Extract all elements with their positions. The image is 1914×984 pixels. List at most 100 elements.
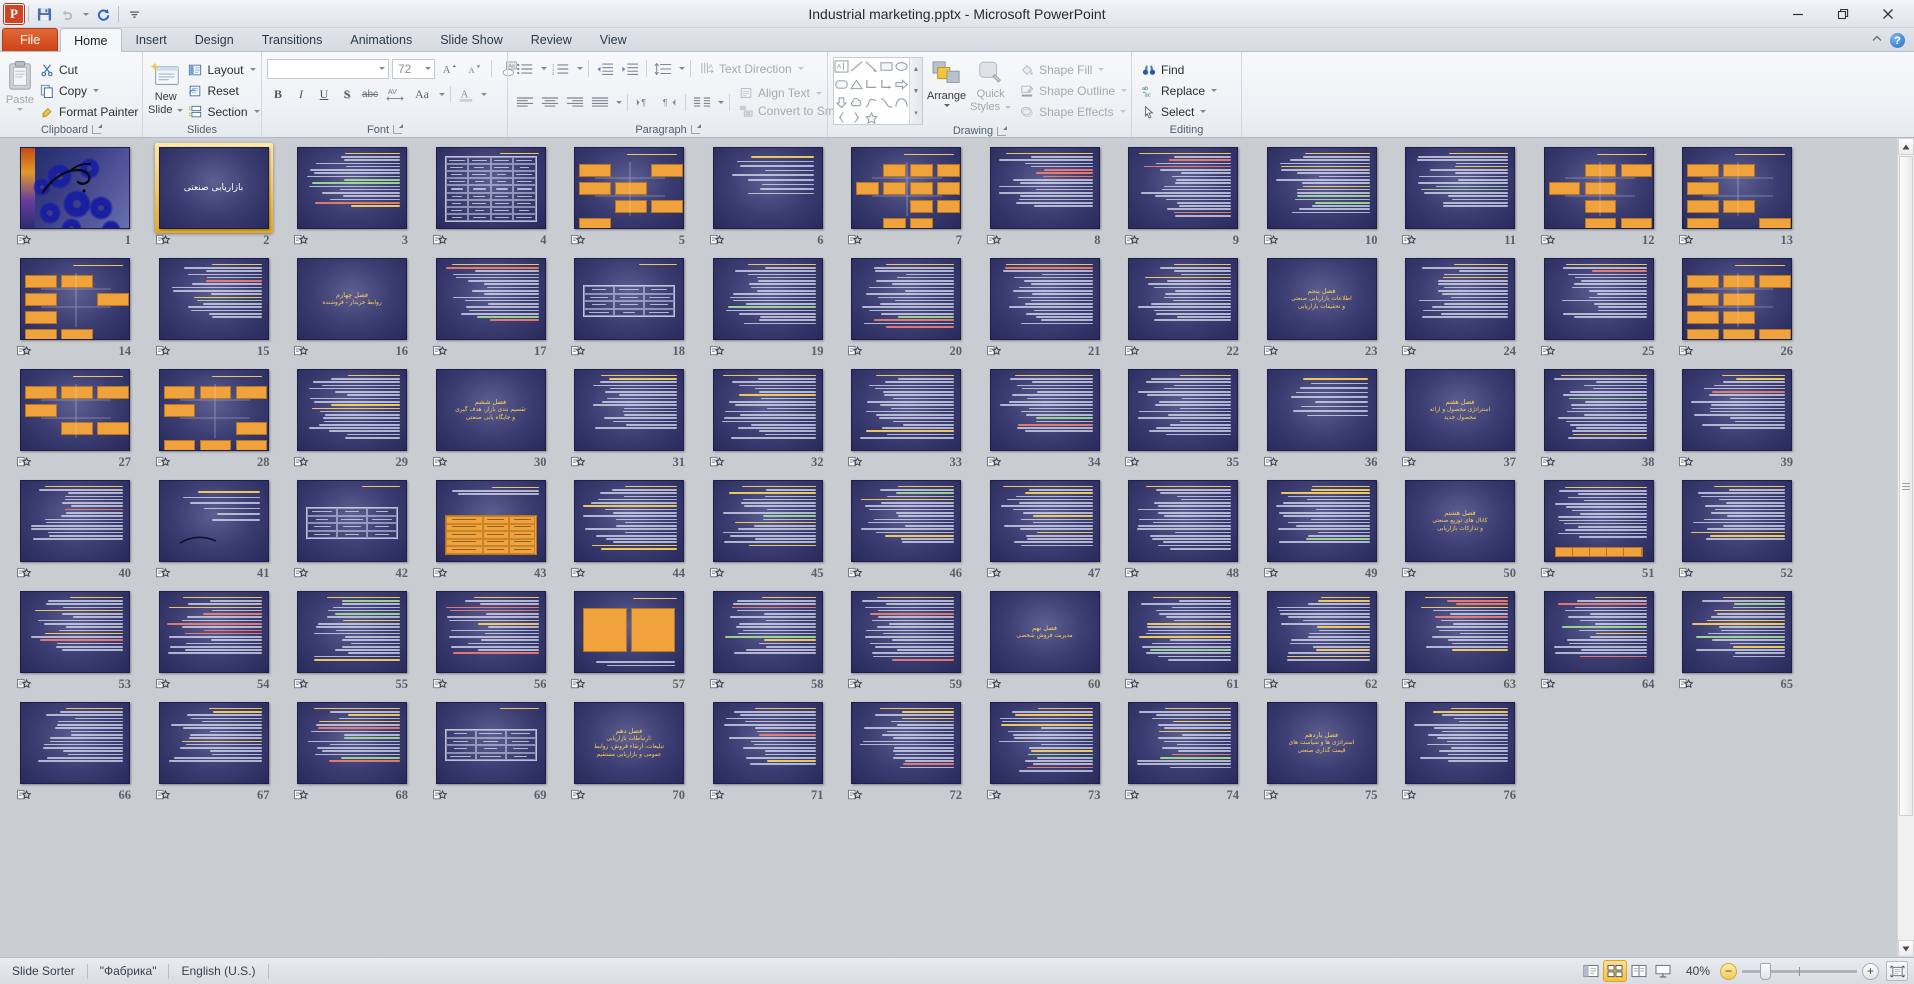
slide-thumbnail-1[interactable]: 1 [16, 143, 134, 251]
status-language[interactable]: English (U.S.) [169, 960, 267, 982]
slide-preview-10[interactable] [1266, 147, 1377, 229]
transition-star-icon[interactable] [986, 678, 1002, 691]
slide-preview-52[interactable] [1682, 480, 1792, 562]
slide-thumbnail-13[interactable]: 13 [1678, 143, 1796, 251]
shape-fill-button[interactable]: Shape Fill [1015, 59, 1131, 80]
copy-button[interactable]: Copy [35, 80, 142, 101]
font-color-dropdown-icon[interactable] [478, 84, 488, 105]
slide-preview-20[interactable] [851, 258, 961, 340]
slide-preview-21[interactable] [989, 258, 1100, 340]
font-color-icon[interactable]: A [455, 84, 477, 105]
transition-star-icon[interactable] [1540, 345, 1556, 358]
transition-star-icon[interactable] [432, 789, 448, 802]
transition-star-icon[interactable] [155, 789, 171, 802]
slide-preview-76[interactable] [1405, 702, 1515, 784]
quick-styles-button[interactable]: Quick Styles [970, 56, 1012, 113]
slide-preview-12[interactable] [1543, 147, 1654, 229]
transition-star-icon[interactable] [17, 567, 32, 580]
transition-star-icon[interactable] [709, 234, 725, 247]
down-arrow-shape[interactable] [834, 93, 849, 111]
transition-star-icon[interactable] [294, 678, 309, 691]
section-dropdown-icon[interactable] [253, 110, 260, 113]
minimize-button[interactable] [1775, 2, 1820, 26]
transition-star-icon[interactable] [17, 678, 32, 691]
slide-thumbnail-6[interactable]: 6 [709, 143, 827, 251]
shapes-scroll-up-icon[interactable]: ▲ [910, 58, 922, 80]
scribble-shape[interactable] [864, 93, 879, 111]
slide-thumbnail-70[interactable]: فصل دهم ارتباطات بازاریابی: تبلیغات، ارتقا… [570, 698, 688, 806]
slide-preview-11[interactable] [1405, 147, 1515, 229]
slide-thumbnail-20[interactable]: 20 [847, 254, 965, 362]
zoom-slider-track[interactable] [1742, 962, 1857, 980]
right-arrow-shape[interactable] [894, 76, 909, 94]
vertical-scrollbar[interactable] [1897, 138, 1914, 957]
slide-thumbnail-74[interactable]: 74 [1124, 698, 1242, 806]
transition-star-icon[interactable] [1263, 567, 1279, 580]
powerpoint-logo-icon[interactable]: P [3, 3, 25, 25]
elbow-connector-shape[interactable] [864, 76, 879, 94]
minimize-ribbon-icon[interactable] [1871, 34, 1883, 47]
slide-thumbnail-44[interactable]: 44 [570, 476, 688, 584]
tab-file[interactable]: File [2, 28, 59, 51]
fit-slide-to-window-button[interactable] [1886, 961, 1908, 981]
slide-preview-38[interactable] [1543, 369, 1654, 451]
new-slide-button[interactable]: New Slide [148, 56, 184, 116]
slide-thumbnail-62[interactable]: 62 [1263, 587, 1381, 695]
slide-thumbnail-11[interactable]: 11 [1401, 143, 1519, 251]
slide-thumbnail-7[interactable]: 7 [847, 143, 965, 251]
slide-thumbnail-39[interactable]: 39 [1678, 365, 1796, 473]
line-spacing-dropdown-icon[interactable] [676, 58, 686, 79]
slide-thumbnail-28[interactable]: 28 [155, 365, 273, 473]
slide-sorter-canvas[interactable]: 1 بازاریابی صنعتی 2 3 4 5 6 7 8 9 10 11 12 13 14 15 فصل … [0, 138, 1897, 957]
transition-star-icon[interactable] [986, 567, 1002, 580]
bullets-dropdown-icon[interactable] [538, 58, 548, 79]
slide-thumbnail-31[interactable]: 31 [570, 365, 688, 473]
transition-star-icon[interactable] [709, 678, 725, 691]
slide-preview-25[interactable] [1543, 258, 1654, 340]
transition-star-icon[interactable] [1402, 789, 1417, 802]
tab-slide-show[interactable]: Slide Show [426, 28, 517, 51]
slide-thumbnail-47[interactable]: 47 [986, 476, 1104, 584]
numbering-dropdown-icon[interactable] [574, 58, 584, 79]
slide-thumbnail-53[interactable]: 53 [16, 587, 134, 695]
align-right-icon[interactable] [563, 92, 587, 113]
slide-thumbnail-41[interactable]: 41 [155, 476, 273, 584]
transition-star-icon[interactable] [1125, 234, 1140, 247]
transition-star-icon[interactable] [294, 789, 309, 802]
ltr-icon[interactable]: ¶ [632, 92, 656, 113]
transition-star-icon[interactable] [848, 456, 863, 469]
elbow-arrow-shape[interactable] [879, 76, 894, 94]
slide-thumbnail-4[interactable]: 4 [432, 143, 550, 251]
transition-star-icon[interactable] [571, 789, 586, 802]
slide-preview-8[interactable] [989, 147, 1100, 229]
textbox-shape[interactable]: A [834, 58, 849, 76]
slide-thumbnail-43[interactable]: 43 [432, 476, 550, 584]
slide-preview-74[interactable] [1128, 702, 1238, 784]
rounded-rect-shape[interactable] [834, 76, 849, 94]
slide-preview-32[interactable] [712, 369, 823, 451]
font-size-combobox[interactable]: 72 [392, 58, 435, 79]
transition-star-icon[interactable] [432, 678, 448, 691]
slide-thumbnail-12[interactable]: 12 [1540, 143, 1658, 251]
transition-star-icon[interactable] [432, 234, 448, 247]
slide-preview-18[interactable] [574, 258, 684, 340]
slide-preview-64[interactable] [1543, 591, 1654, 673]
slide-preview-22[interactable] [1128, 258, 1238, 340]
slide-preview-50[interactable]: فصل هشتم کانال های توزیع صنعتی و تدارکات ب… [1405, 480, 1515, 562]
slide-preview-47[interactable] [989, 480, 1100, 562]
slide-preview-31[interactable] [574, 369, 684, 451]
normal-view-button[interactable] [1580, 961, 1602, 981]
transition-star-icon[interactable] [986, 345, 1002, 358]
slide-preview-23[interactable]: فصل پنجم اطلاعات بازاریابی صنعتی و تحقیقات… [1266, 258, 1377, 340]
slide-preview-53[interactable] [20, 591, 130, 673]
slide-preview-41[interactable] [158, 480, 269, 562]
slide-preview-43[interactable] [435, 480, 546, 562]
rectangle-shape[interactable] [879, 58, 894, 76]
slide-thumbnail-24[interactable]: 24 [1401, 254, 1519, 362]
zoom-out-button[interactable]: − [1720, 962, 1737, 980]
zoom-in-button[interactable]: + [1862, 962, 1879, 980]
slide-thumbnail-33[interactable]: 33 [847, 365, 965, 473]
slide-preview-51[interactable] [1543, 480, 1654, 562]
help-icon[interactable]: ? [1890, 33, 1905, 48]
status-theme-name[interactable]: "Фабрика" [88, 960, 169, 982]
